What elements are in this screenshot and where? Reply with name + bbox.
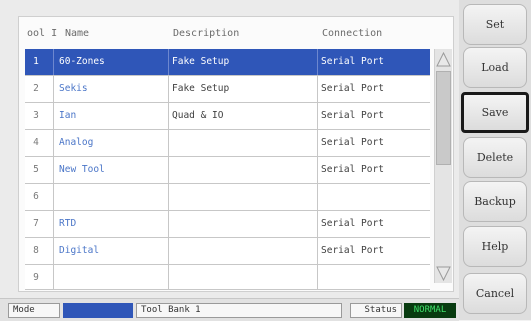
vertical-scrollbar[interactable] (434, 49, 452, 283)
table-row[interactable]: 4 Analog Serial Port (25, 130, 430, 157)
column-header-description[interactable]: Description (173, 28, 239, 39)
row-description (172, 265, 312, 291)
row-description: Quad & IO (172, 110, 224, 121)
main-frame: ool I Name Description Connection 1 60-Z… (0, 0, 459, 321)
cancel-button[interactable]: Cancel (463, 273, 527, 314)
row-description (172, 157, 312, 183)
row-description (172, 184, 312, 210)
load-button[interactable]: Load (463, 47, 527, 88)
table-row[interactable]: 7 RTD Serial Port (25, 211, 430, 238)
help-button[interactable]: Help (463, 226, 527, 267)
table-row[interactable]: 3 Ian Quad & IO Serial Port (25, 103, 430, 130)
row-id: 4 (33, 137, 39, 148)
row-id: 8 (33, 245, 39, 256)
table-row[interactable]: 9 (25, 265, 430, 290)
status-bar: Mode Tool Bank 1 Status NORMAL (0, 298, 459, 321)
row-description (172, 238, 312, 264)
delete-button[interactable]: Delete (463, 137, 527, 178)
row-connection (321, 265, 431, 291)
row-description: Fake Setup (172, 83, 230, 94)
column-header-name[interactable]: Name (65, 28, 89, 39)
row-id: 7 (33, 218, 39, 229)
table-row[interactable]: 2 Sekis Fake Setup Serial Port (25, 76, 430, 103)
row-id: 2 (33, 83, 39, 94)
row-connection: Serial Port (321, 83, 384, 94)
mode-label: Mode (8, 303, 60, 318)
set-button[interactable]: Set (463, 4, 527, 45)
row-connection: Serial Port (321, 110, 384, 121)
table-row[interactable]: 6 (25, 184, 430, 211)
table-row[interactable]: 5 New Tool Serial Port (25, 157, 430, 184)
row-name: Ian (59, 110, 77, 121)
row-name: Sekis (59, 83, 88, 94)
row-name: RTD (59, 218, 77, 229)
column-header-connection[interactable]: Connection (322, 28, 382, 39)
row-connection: Serial Port (321, 164, 384, 175)
scroll-up-arrow-icon[interactable] (435, 49, 452, 69)
save-button[interactable]: Save (461, 92, 529, 133)
row-id: 1 (33, 56, 39, 67)
row-description (172, 211, 312, 237)
table-row[interactable]: 8 Digital Serial Port (25, 238, 430, 265)
status-value: NORMAL (404, 303, 456, 318)
row-name: Digital (59, 245, 100, 256)
row-id: 6 (33, 191, 39, 202)
row-connection: Serial Port (321, 56, 384, 67)
mode-indicator (63, 303, 133, 318)
status-label: Status (350, 303, 402, 318)
row-id: 9 (33, 272, 39, 283)
table-row[interactable]: 1 60-Zones Fake Setup Serial Port (25, 49, 430, 76)
row-id: 5 (33, 164, 39, 175)
row-connection: Serial Port (321, 218, 384, 229)
scroll-down-arrow-icon[interactable] (435, 263, 452, 283)
tool-table: 1 60-Zones Fake Setup Serial Port 2 Seki… (25, 49, 430, 290)
row-name: 60-Zones (59, 56, 105, 67)
backup-button[interactable]: Backup (463, 181, 527, 222)
action-panel: Set Load Save Delete Backup Help Cancel (459, 0, 531, 320)
row-connection: Serial Port (321, 245, 384, 256)
row-description (172, 130, 312, 156)
row-name: New Tool (59, 164, 105, 175)
tool-bank-field: Tool Bank 1 (136, 303, 342, 318)
scroll-thumb[interactable] (436, 71, 451, 165)
row-connection: Serial Port (321, 137, 384, 148)
row-name: Analog (59, 137, 94, 148)
row-description: Fake Setup (172, 56, 230, 67)
row-name (59, 265, 164, 291)
column-header-id[interactable]: ool I (27, 28, 57, 39)
row-name (59, 184, 164, 210)
table-header: ool I Name Description Connection (19, 17, 429, 47)
row-connection (321, 184, 431, 210)
row-id: 3 (33, 110, 39, 121)
tool-table-panel: ool I Name Description Connection 1 60-Z… (18, 16, 454, 292)
